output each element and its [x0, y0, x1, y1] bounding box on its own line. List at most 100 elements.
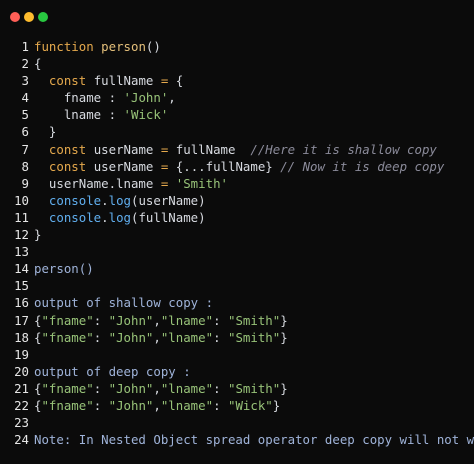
- line-text: const userName = fullName //Here it is s…: [34, 141, 437, 158]
- code-token: "John": [108, 397, 154, 413]
- code-line: 1 function person(): [0, 38, 474, 55]
- code-token: 'John': [123, 90, 169, 106]
- maximize-window-icon[interactable]: [38, 12, 48, 22]
- line-number: 5: [21, 107, 29, 123]
- code-token: }: [280, 380, 288, 396]
- line-text: const fullName = {: [34, 72, 183, 89]
- code-line: 18 {"fname": "John","lname": "Smith"}: [0, 329, 474, 346]
- code-token: "fname": [41, 312, 94, 328]
- code-token: {: [34, 56, 42, 72]
- line-number: 13: [14, 244, 29, 260]
- line-text: }: [34, 226, 41, 243]
- line-text: output of deep copy :: [34, 363, 191, 380]
- close-window-icon[interactable]: [10, 12, 20, 22]
- code-token: //Here it is shallow copy: [250, 141, 437, 157]
- code-line: 20 output of deep copy :: [0, 363, 474, 380]
- code-token: .: [101, 209, 109, 225]
- title-bar: [0, 0, 474, 34]
- code-token: "lname": [160, 380, 214, 396]
- code-token: ,: [153, 397, 161, 413]
- line-number: 3: [21, 73, 29, 89]
- line-number: 10: [14, 192, 29, 208]
- code-line: 7 const userName = fullName //Here it is…: [0, 141, 474, 158]
- line-number: 24: [14, 432, 29, 448]
- code-line: 11 console.log(fullName): [0, 209, 474, 226]
- line-text: {"fname": "John","lname": "Smith"}: [34, 380, 288, 397]
- minimize-window-icon[interactable]: [24, 12, 34, 22]
- code-token: const: [48, 158, 87, 174]
- code-token: log: [108, 192, 131, 208]
- code-line: 2{: [0, 55, 474, 72]
- code-token: ,: [168, 90, 176, 106]
- line-text: userName.lname = 'Smith': [34, 175, 228, 192]
- code-token: lname :: [34, 107, 124, 123]
- code-line: 24 Note: In Nested Object spread operator…: [0, 431, 474, 448]
- line-text: {: [34, 55, 41, 72]
- code-token: "fname": [41, 397, 94, 413]
- code-line: 4 fname : 'John',: [0, 89, 474, 106]
- line-number: 8: [21, 158, 29, 174]
- code-token: output of shallow copy :: [34, 295, 214, 311]
- code-token: :: [213, 329, 228, 345]
- code-line: 23: [0, 414, 474, 431]
- line-text: lname : 'Wick': [34, 106, 168, 123]
- line-number: 21: [14, 380, 29, 396]
- code-token: (): [145, 39, 161, 54]
- code-token: "John": [108, 312, 154, 328]
- code-token: ,: [153, 312, 161, 328]
- code-token: "Wick": [227, 397, 273, 413]
- line-number: 16: [14, 295, 29, 311]
- code-token: const: [48, 141, 87, 157]
- code-token: output of deep copy :: [34, 363, 191, 379]
- code-line: 19: [0, 346, 474, 363]
- line-number: 6: [21, 124, 29, 140]
- code-token: :: [93, 312, 109, 328]
- code-line: 6 }: [0, 123, 474, 140]
- code-token: (fullName): [131, 209, 206, 225]
- line-number: 14: [14, 261, 29, 277]
- line-number: 17: [14, 312, 29, 328]
- line-text: function person(): [34, 38, 161, 55]
- code-token: function: [34, 39, 94, 54]
- code-token: log: [108, 209, 131, 225]
- code-line: 15: [0, 277, 474, 294]
- code-token: :: [213, 397, 228, 413]
- code-line: 8 const userName = {...fullName} // Now …: [0, 158, 474, 175]
- line-text: const userName = {...fullName} // Now it…: [34, 158, 444, 175]
- line-text: output of shallow copy :: [34, 294, 213, 311]
- code-token: ,: [153, 329, 161, 345]
- line-number: 1: [21, 39, 29, 54]
- line-text: console.log(fullName): [34, 209, 206, 226]
- line-text: console.log(userName): [34, 192, 206, 209]
- line-number: 15: [14, 278, 29, 294]
- code-line: 3 const fullName = {: [0, 72, 474, 89]
- code-line: 12}: [0, 226, 474, 243]
- code-token: // Now it is deep copy: [280, 158, 445, 174]
- code-token: (userName): [131, 192, 206, 208]
- code-token: :: [93, 329, 109, 345]
- code-token: "fname": [41, 380, 94, 396]
- code-line: 14 person(): [0, 260, 474, 277]
- code-token: fullName: [168, 141, 251, 157]
- line-number: 9: [21, 175, 29, 191]
- line-text: {"fname": "John","lname": "Smith"}: [34, 312, 288, 329]
- code-token: const: [48, 73, 87, 89]
- code-token: person: [101, 39, 146, 54]
- line-number: 11: [14, 209, 29, 225]
- code-token: console: [48, 209, 102, 225]
- code-token: fname :: [34, 90, 124, 106]
- line-number: 19: [14, 346, 29, 362]
- code-line: 13: [0, 243, 474, 260]
- code-token: }: [34, 124, 57, 140]
- code-token: userName: [86, 141, 161, 157]
- code-token: }: [34, 227, 42, 243]
- code-token: "John": [108, 380, 154, 396]
- line-text: {"fname": "John","lname": "Smith"}: [34, 329, 288, 346]
- line-text: Note: In Nested Object spread operator d…: [34, 431, 474, 448]
- code-token: ,: [153, 380, 161, 396]
